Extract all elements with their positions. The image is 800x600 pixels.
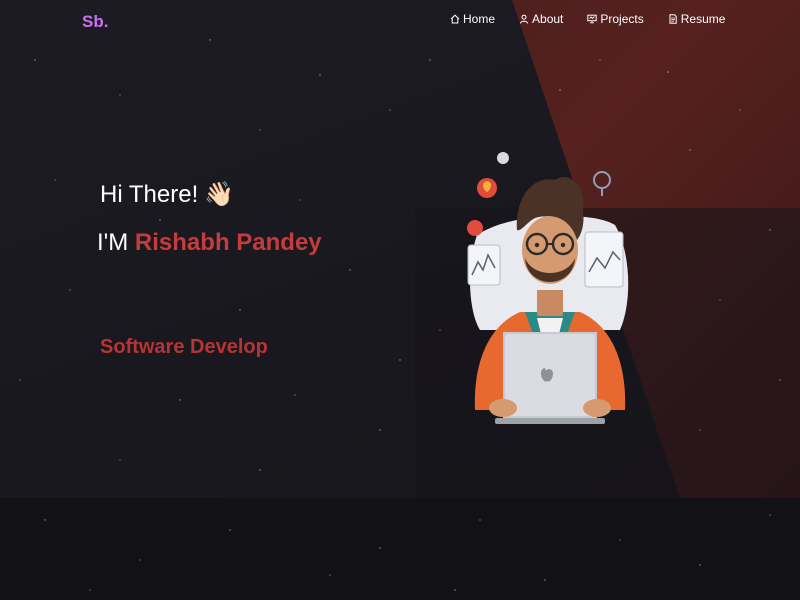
waving-hand-icon: 👋🏻 (204, 181, 235, 208)
hero-intro: I'M Rishabh Pandey (97, 229, 322, 257)
user-icon (520, 14, 529, 24)
nav-item-projects[interactable]: Projects (587, 12, 644, 26)
nav-item-label: Home (463, 12, 496, 26)
hero-greeting: Hi There! 👋🏻 (100, 180, 234, 209)
developer-avatar-illustration (467, 152, 629, 424)
intro-prefix: I'M (97, 229, 129, 256)
nav-item-label: Projects (600, 12, 644, 26)
section-divider-band (0, 498, 800, 600)
projects-icon (587, 14, 598, 24)
typewriter-text: Software Develop (100, 336, 268, 358)
brand-logo[interactable]: Sb. (82, 12, 108, 32)
nav-item-label: Resume (680, 12, 726, 26)
nav-links: Home About Projects Resume (450, 12, 725, 26)
nav-item-about[interactable]: About (519, 12, 563, 26)
document-icon (669, 14, 677, 24)
greeting-text: Hi There! (100, 180, 199, 208)
hero-name: Rishabh Pandey (134, 229, 322, 256)
home-icon (450, 14, 460, 24)
navbar: Sb. Home About Projects Resume (0, 0, 800, 42)
nav-item-label: About (532, 12, 564, 26)
nav-item-home[interactable]: Home (450, 12, 495, 26)
nav-item-resume[interactable]: Resume (668, 12, 726, 26)
